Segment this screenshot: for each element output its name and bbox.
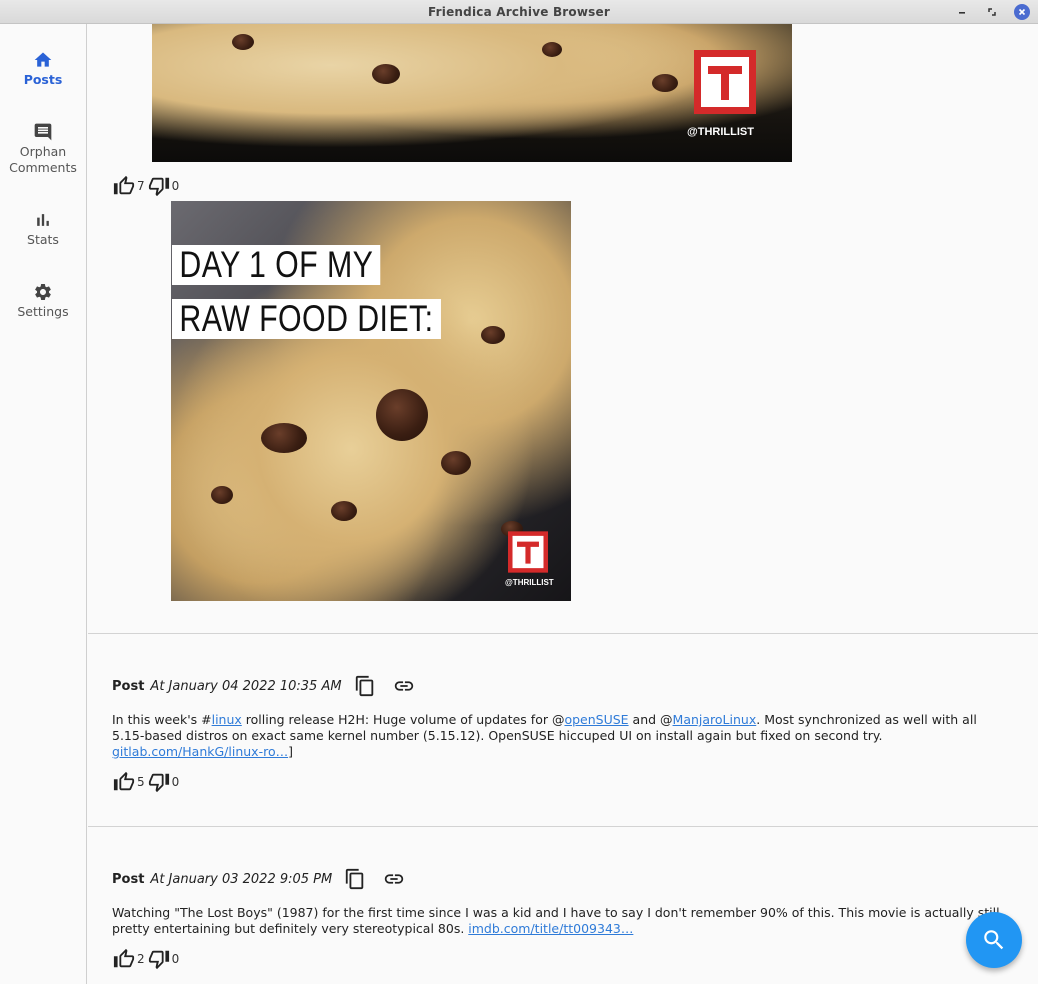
mention-link[interactable]: ManjaroLinux bbox=[673, 712, 757, 727]
window-title: Friendica Archive Browser bbox=[428, 4, 610, 19]
image-detail bbox=[481, 326, 505, 344]
copy-icon bbox=[346, 868, 364, 890]
post-image[interactable]: DAY 1 OF MY RAW FOOD DIET: @THRILLIST bbox=[171, 201, 571, 601]
sidebar-item-posts[interactable]: Posts bbox=[0, 50, 86, 88]
reaction-bar: 5 0 bbox=[112, 771, 181, 793]
image-detail bbox=[372, 64, 400, 84]
minimize-button[interactable] bbox=[954, 4, 970, 20]
post-header: Post At January 04 2022 10:35 AM bbox=[112, 673, 430, 699]
image-detail bbox=[331, 501, 357, 521]
like-count: 5 bbox=[137, 775, 145, 789]
sidebar-item-settings[interactable]: Settings bbox=[0, 282, 86, 320]
post-kind: Post bbox=[112, 871, 145, 887]
maximize-icon bbox=[988, 8, 996, 16]
image-caption-line: DAY 1 OF MY bbox=[172, 245, 381, 285]
close-icon bbox=[1018, 8, 1026, 16]
bar-chart-icon bbox=[37, 214, 49, 226]
thumb-up-icon[interactable] bbox=[112, 948, 136, 970]
hashtag-link[interactable]: linux bbox=[212, 712, 242, 727]
brand-handle: @THRILLIST bbox=[505, 578, 554, 587]
open-link-button[interactable] bbox=[381, 866, 407, 892]
dislike-count: 0 bbox=[171, 775, 180, 789]
thumb-up-icon[interactable] bbox=[112, 175, 136, 197]
image-detail bbox=[232, 34, 254, 50]
maximize-button[interactable] bbox=[984, 4, 1000, 20]
brand-logo bbox=[508, 531, 548, 573]
thumb-up-icon[interactable] bbox=[112, 771, 136, 793]
search-icon bbox=[984, 930, 1004, 950]
window-titlebar: Friendica Archive Browser bbox=[0, 0, 1038, 24]
image-caption-line: RAW FOOD DIET: bbox=[172, 299, 441, 339]
sidebar-item-label: Posts bbox=[23, 72, 63, 87]
image-detail bbox=[211, 486, 233, 504]
thumb-down-icon[interactable] bbox=[147, 175, 171, 197]
comment-icon bbox=[34, 123, 52, 141]
image-detail bbox=[261, 423, 307, 453]
sidebar-nav: Posts Orphan Comments Stats Settings bbox=[0, 24, 87, 984]
post-timestamp: At January 03 2022 9:05 PM bbox=[150, 871, 333, 887]
link-icon bbox=[385, 874, 404, 884]
posts-feed: @THRILLIST 7 0 DAY 1 OF MY RAW FOOD DIET… bbox=[88, 24, 1038, 984]
copy-button[interactable] bbox=[342, 866, 368, 892]
post-text: ] bbox=[288, 744, 293, 759]
post-image[interactable]: @THRILLIST bbox=[152, 24, 792, 162]
thumb-down-icon[interactable] bbox=[147, 771, 171, 793]
link-icon bbox=[394, 681, 413, 691]
dislike-count: 0 bbox=[171, 952, 180, 966]
post-divider bbox=[88, 826, 1038, 827]
post-divider bbox=[88, 633, 1038, 634]
like-count: 2 bbox=[137, 952, 145, 966]
brand-logo bbox=[694, 50, 756, 114]
sidebar-item-label: Stats bbox=[27, 232, 59, 247]
window-controls bbox=[954, 4, 1030, 20]
sidebar-item-label: Settings bbox=[17, 304, 69, 319]
close-button[interactable] bbox=[1014, 4, 1030, 20]
mention-link[interactable]: openSUSE bbox=[564, 712, 628, 727]
sidebar-item-orphan-comments[interactable]: Orphan Comments bbox=[0, 122, 86, 176]
copy-icon bbox=[355, 675, 373, 697]
thumb-down-icon[interactable] bbox=[147, 948, 171, 970]
post-kind: Post bbox=[112, 678, 145, 694]
reaction-bar: 7 0 bbox=[112, 175, 181, 197]
copy-button[interactable] bbox=[352, 673, 378, 699]
dislike-count: 0 bbox=[171, 179, 180, 193]
open-link-button[interactable] bbox=[391, 673, 417, 699]
post-text: rolling release H2H: Huge volume of upda… bbox=[241, 712, 565, 727]
post-header: Post At January 03 2022 9:05 PM bbox=[112, 866, 420, 892]
gear-icon bbox=[34, 284, 51, 300]
external-link[interactable]: gitlab.com/HankG/linux-ro… bbox=[112, 744, 288, 759]
search-button[interactable] bbox=[966, 912, 1022, 968]
image-detail bbox=[542, 42, 562, 57]
image-detail bbox=[376, 389, 428, 441]
like-count: 7 bbox=[137, 179, 145, 193]
post-timestamp: At January 04 2022 10:35 AM bbox=[150, 678, 342, 694]
minimize-icon bbox=[959, 12, 965, 14]
post-text: In this week's # bbox=[112, 712, 212, 727]
post-text: and @ bbox=[628, 712, 673, 727]
external-link[interactable]: imdb.com/title/tt009343… bbox=[468, 921, 633, 936]
post-body: Watching "The Lost Boys" (1987) for the … bbox=[112, 905, 1012, 937]
sidebar-item-label: Orphan Comments bbox=[9, 144, 77, 175]
home-icon bbox=[34, 52, 52, 67]
brand-handle: @THRILLIST bbox=[687, 126, 754, 138]
image-detail bbox=[441, 451, 471, 475]
sidebar-item-stats[interactable]: Stats bbox=[0, 210, 86, 248]
reaction-bar: 2 0 bbox=[112, 948, 181, 970]
image-detail bbox=[652, 74, 678, 92]
post-body: In this week's #linux rolling release H2… bbox=[112, 712, 1012, 760]
